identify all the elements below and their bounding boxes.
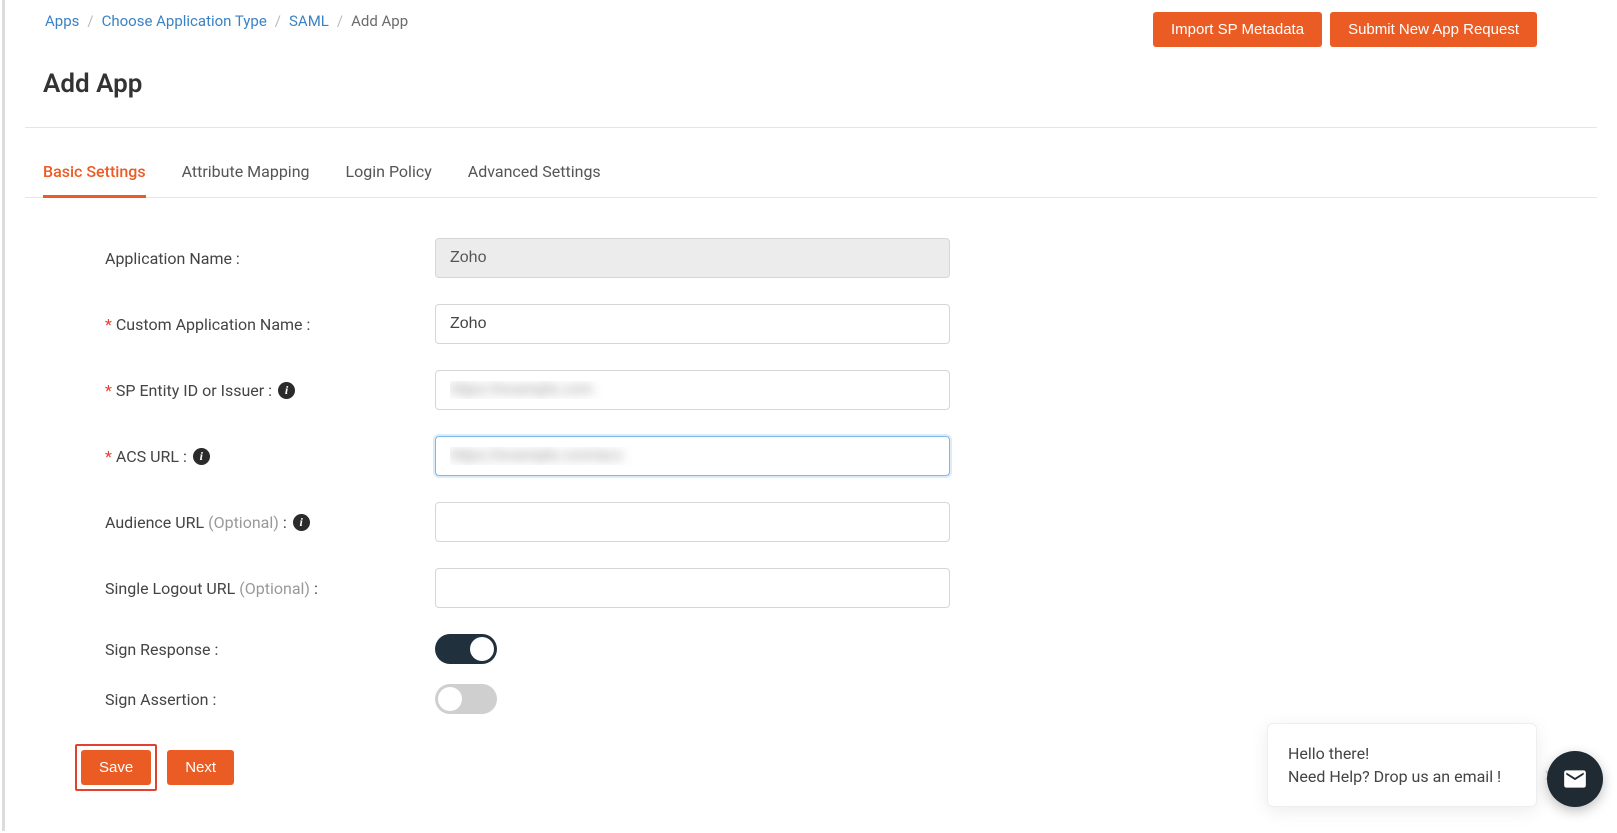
sign-assertion-toggle[interactable] <box>435 684 497 714</box>
application-name-label: Application Name : <box>105 249 435 268</box>
breadcrumb-current: Add App <box>351 12 408 30</box>
next-button[interactable]: Next <box>167 750 234 785</box>
chat-help-text: Need Help? Drop us an email ! <box>1288 767 1516 786</box>
application-name-input <box>435 238 950 278</box>
tab-attribute-mapping[interactable]: Attribute Mapping <box>182 148 310 198</box>
single-logout-url-label: Single Logout URL (Optional) : <box>105 579 435 598</box>
sign-response-toggle[interactable] <box>435 634 497 664</box>
breadcrumb-choose-type[interactable]: Choose Application Type <box>102 12 267 30</box>
tab-advanced-settings[interactable]: Advanced Settings <box>468 148 601 198</box>
custom-application-name-input[interactable] <box>435 304 950 344</box>
submit-new-app-request-button[interactable]: Submit New App Request <box>1330 12 1537 47</box>
acs-url-input[interactable] <box>435 436 950 476</box>
sp-entity-id-input[interactable] <box>435 370 950 410</box>
page-title: Add App <box>43 69 1597 99</box>
single-logout-url-input[interactable] <box>435 568 950 608</box>
tab-login-policy[interactable]: Login Policy <box>346 148 432 198</box>
breadcrumb-apps[interactable]: Apps <box>45 12 79 30</box>
save-button-highlight: Save <box>75 744 157 791</box>
breadcrumb: Apps / Choose Application Type / SAML / … <box>45 12 408 30</box>
acs-url-label: *ACS URL : i <box>105 447 435 466</box>
info-icon[interactable]: i <box>193 448 210 465</box>
breadcrumb-saml[interactable]: SAML <box>289 12 329 30</box>
sign-assertion-label: Sign Assertion : <box>105 690 435 709</box>
mail-icon <box>1562 766 1588 792</box>
chat-fab-button[interactable] <box>1547 751 1603 807</box>
tab-basic-settings[interactable]: Basic Settings <box>43 148 146 198</box>
info-icon[interactable]: i <box>278 382 295 399</box>
sign-response-label: Sign Response : <box>105 640 435 659</box>
tabs: Basic Settings Attribute Mapping Login P… <box>25 148 1597 198</box>
info-icon[interactable]: i <box>293 514 310 531</box>
sp-entity-id-label: *SP Entity ID or Issuer : i <box>105 381 435 400</box>
chat-popup: Hello there! Need Help? Drop us an email… <box>1267 723 1537 807</box>
chat-greeting: Hello there! <box>1288 744 1516 763</box>
custom-application-name-label: *Custom Application Name : <box>105 315 435 334</box>
audience-url-label: Audience URL (Optional) : i <box>105 513 435 532</box>
import-sp-metadata-button[interactable]: Import SP Metadata <box>1153 12 1322 47</box>
save-button[interactable]: Save <box>81 750 151 785</box>
audience-url-input[interactable] <box>435 502 950 542</box>
